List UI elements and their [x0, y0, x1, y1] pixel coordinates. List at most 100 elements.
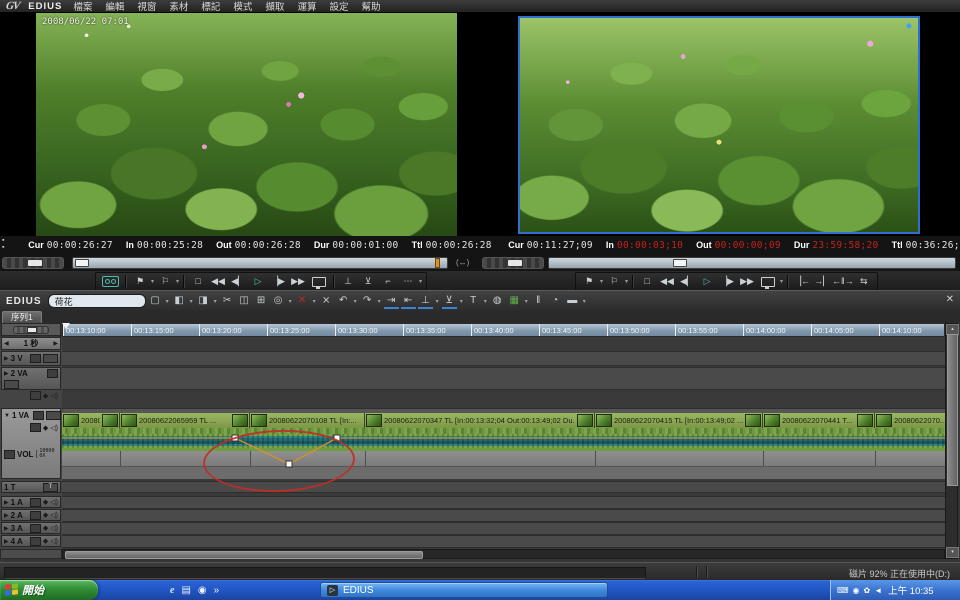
timeline-clip[interactable]: 20080622065959 TL ...	[120, 413, 250, 428]
track-header-3a[interactable]: ▶ 3 A ◆ ◁)	[1, 522, 61, 534]
paste-icon[interactable]: ⊞	[254, 293, 269, 309]
pan-icon[interactable]: ◆	[43, 392, 48, 400]
set-in-point-button[interactable]: ⚑	[579, 274, 599, 289]
chevron-down-icon[interactable]: ▾	[436, 298, 439, 305]
playhead-marker[interactable]	[62, 323, 70, 329]
timeline-clip[interactable]: 20080622070108 TL [In:...	[250, 413, 365, 428]
track-lock-button[interactable]	[4, 380, 19, 389]
rewind-button[interactable]: ◀◀	[208, 274, 228, 289]
source-position-bar[interactable]	[72, 257, 448, 269]
taskbar-button-edius[interactable]: ▷ EDIUS	[320, 582, 608, 598]
track-header-3v[interactable]: ▶ 3 V	[1, 351, 61, 366]
copy-icon[interactable]: ◫	[237, 293, 252, 309]
expand-icon[interactable]: ▶	[4, 512, 9, 519]
show-desktop-icon[interactable]: ▤	[181, 585, 190, 596]
collapse-icon[interactable]: ▼	[4, 413, 10, 419]
horizontal-scroll-thumb[interactable]	[65, 551, 423, 559]
timeline-clip[interactable]: 20080622070347 TL [In:00:13:32;04 Out:00…	[365, 413, 595, 428]
loop-icon[interactable]: (↔)	[456, 258, 469, 267]
panel-layout-icon[interactable]: ▬	[565, 293, 580, 309]
speaker-icon[interactable]: ◁)	[50, 524, 58, 532]
track-header-1t[interactable]: 1 T T	[1, 481, 61, 493]
close-icon[interactable]: ✕	[946, 294, 954, 305]
open-project-icon[interactable]: ◧	[172, 293, 187, 309]
chevron-down-icon[interactable]: ▾	[176, 278, 179, 285]
track-4a-content[interactable]	[62, 535, 945, 548]
add-cut-point-icon[interactable]: ⊥	[418, 294, 433, 309]
next-frame-button[interactable]: ▕▶	[268, 274, 288, 289]
track-header-2va[interactable]: ▶ 2 VA ◆ ◁)	[1, 367, 61, 390]
speaker-icon[interactable]: ◁)	[50, 511, 58, 519]
timeline-ruler[interactable]: 00:13:10:00 00:13:15:00 00:13:20:00 00:1…	[62, 323, 945, 337]
pan-icon[interactable]: ◆	[43, 498, 48, 506]
voice-over-icon[interactable]: ◍	[490, 293, 505, 309]
tray-icon[interactable]: ◉	[853, 586, 860, 595]
horizontal-scrollbar[interactable]	[62, 549, 945, 559]
rewind-button[interactable]: ◀◀	[657, 274, 677, 289]
track-header-2a[interactable]: ▶ 2 A ◆ ◁)	[1, 509, 61, 521]
previous-frame-button[interactable]: ◀▏	[228, 274, 248, 289]
chevron-down-icon[interactable]: ▾	[625, 278, 628, 285]
chevron-down-icon[interactable]: ▾	[289, 298, 292, 305]
speaker-icon[interactable]: ◁)	[50, 498, 58, 506]
fast-forward-button[interactable]: ▶▶	[737, 274, 757, 289]
vertical-scrollbar[interactable]: ▴ ▾	[945, 323, 958, 559]
input-method-icon[interactable]: ⌨	[837, 586, 849, 595]
speaker-icon[interactable]: ◁)	[50, 537, 58, 545]
tray-icon[interactable]: ✿	[864, 586, 871, 595]
chevron-down-icon[interactable]: ▾	[525, 298, 528, 305]
track-2va-content[interactable]	[62, 367, 945, 390]
title-track-button[interactable]: T	[43, 483, 58, 492]
timeline-position-bar[interactable]	[548, 257, 956, 269]
slide-trim-button[interactable]: ←‖→	[832, 274, 854, 289]
chevron-down-icon[interactable]: ▾	[419, 278, 422, 285]
pan-icon[interactable]: ◆	[43, 424, 48, 432]
cut-icon[interactable]: ✂	[220, 293, 235, 309]
track-1a-content[interactable]	[62, 496, 945, 509]
track-1t-content[interactable]	[62, 481, 945, 493]
delete-icon[interactable]: ✕	[295, 293, 310, 309]
zoom-out-icon[interactable]: ◀	[4, 340, 9, 347]
set-in-point-button[interactable]: ⚑	[130, 274, 150, 289]
timeline-clip[interactable]: 20080622070...	[875, 413, 945, 428]
audio-mute-button[interactable]	[30, 391, 41, 400]
scroll-down-icon[interactable]: ▾	[946, 547, 959, 558]
chevron-down-icon[interactable]: ▾	[600, 278, 603, 285]
insert-mode-icon[interactable]: ⊻	[442, 294, 457, 309]
next-frame-button[interactable]: ▕▶	[717, 274, 737, 289]
track-mute-button[interactable]	[30, 354, 41, 363]
chevron-down-icon[interactable]: ▾	[214, 298, 217, 305]
audio-mute-button[interactable]	[30, 498, 41, 507]
stop-button[interactable]: □	[188, 274, 208, 289]
media-player-icon[interactable]: ◉	[198, 585, 207, 596]
tab-sequence-1[interactable]: 序列1	[2, 311, 42, 323]
audio-mute-button[interactable]	[30, 524, 41, 533]
timeline-monitor-video[interactable]: ◆	[518, 16, 920, 234]
menu-item-edit[interactable]: 編輯	[103, 0, 126, 13]
track-height-slider-row[interactable]	[1, 323, 61, 336]
clock[interactable]: 上午 10:35	[888, 583, 933, 597]
chevron-down-icon[interactable]: ▾	[460, 298, 463, 305]
pan-icon[interactable]: ◆	[43, 537, 48, 545]
start-button[interactable]: 開始	[0, 580, 98, 600]
menu-item-mode[interactable]: 模式	[231, 0, 254, 13]
rubber-band-toggle[interactable]	[4, 450, 15, 459]
chevron-down-icon[interactable]: ▾	[484, 298, 487, 305]
browser-icon[interactable]: e	[170, 585, 174, 596]
chevron-down-icon[interactable]: ▾	[190, 298, 193, 305]
timeline-clip[interactable]: 200806...	[62, 413, 120, 428]
audio-mute-button[interactable]	[30, 511, 41, 520]
track-header-1a[interactable]: ▶ 1 A ◆ ◁)	[1, 496, 61, 508]
redo-icon[interactable]: ↷	[360, 293, 375, 309]
menu-item-marker[interactable]: 標記	[199, 0, 222, 13]
fast-forward-button[interactable]: ▶▶	[288, 274, 308, 289]
track-mute-button[interactable]	[47, 369, 58, 378]
set-out-icon[interactable]: ⇤	[401, 294, 416, 309]
track-lock-button[interactable]	[43, 354, 58, 363]
set-in-icon[interactable]: ⇥	[384, 294, 399, 309]
play-button[interactable]: ▷	[248, 274, 268, 289]
insert-to-timeline-button[interactable]: ⊥	[338, 274, 358, 289]
set-out-point-button[interactable]: ⚐	[155, 274, 175, 289]
track-header-1va[interactable]: ▼ 1 VA ◆ ◁) VOL [ 100000X	[1, 408, 61, 479]
chevron-down-icon[interactable]: ▾	[583, 298, 586, 305]
